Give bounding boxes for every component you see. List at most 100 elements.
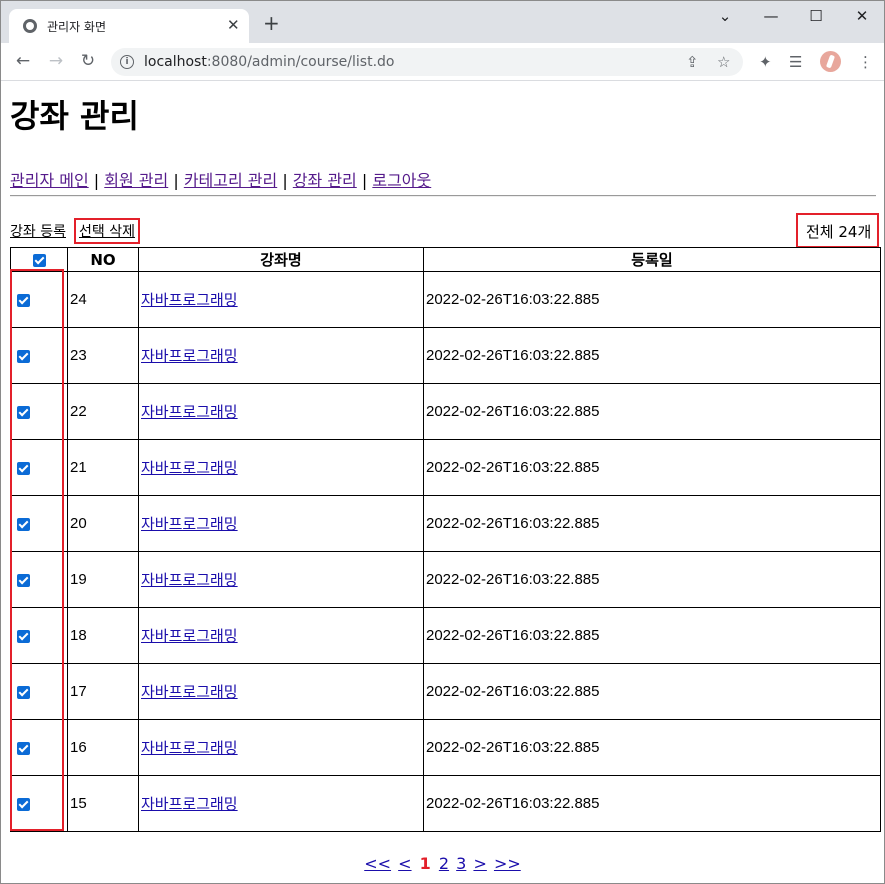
- page-3-link[interactable]: 3: [456, 854, 466, 873]
- row-course-name-cell: 자바프로그래밍: [138, 439, 424, 496]
- nav-logout[interactable]: 로그아웃: [372, 171, 431, 190]
- row-select-cell[interactable]: [10, 719, 68, 776]
- table-row: 22 자바프로그래밍 2022-02-26T16:03:22.885: [10, 383, 881, 440]
- row-checkbox[interactable]: [17, 685, 30, 699]
- row-reg-date: 2022-02-26T16:03:22.885: [423, 439, 881, 496]
- header-no: NO: [67, 247, 139, 272]
- row-reg-date: 2022-02-26T16:03:22.885: [423, 327, 881, 384]
- course-name-link[interactable]: 자바프로그래밍: [141, 627, 238, 645]
- row-checkbox[interactable]: [17, 741, 30, 755]
- select-all-checkbox[interactable]: [32, 253, 46, 267]
- table-row: 24 자바프로그래밍 2022-02-26T16:03:22.885: [10, 271, 881, 328]
- forward-icon[interactable]: →: [45, 51, 67, 71]
- row-reg-date: 2022-02-26T16:03:22.885: [423, 663, 881, 720]
- row-checkbox[interactable]: [17, 797, 30, 811]
- register-course-link[interactable]: 강좌 등록: [10, 224, 66, 240]
- browser-toolbar: ← → ↻ i localhost:8080/admin/course/list…: [1, 43, 884, 81]
- course-name-link[interactable]: 자바프로그래밍: [141, 347, 238, 365]
- address-bar[interactable]: i localhost:8080/admin/course/list.do ⇪ …: [111, 48, 743, 76]
- row-checkbox[interactable]: [17, 517, 30, 531]
- row-select-cell[interactable]: [10, 495, 68, 552]
- course-name-link[interactable]: 자바프로그래밍: [141, 403, 238, 421]
- row-checkbox[interactable]: [17, 293, 30, 307]
- table-row: 19 자바프로그래밍 2022-02-26T16:03:22.885: [10, 551, 881, 608]
- nav-categories[interactable]: 카테고리 관리: [184, 171, 277, 190]
- row-select-cell[interactable]: [10, 327, 68, 384]
- row-select-cell[interactable]: [10, 663, 68, 720]
- site-info-icon[interactable]: i: [120, 55, 134, 69]
- table-row: 16 자바프로그래밍 2022-02-26T16:03:22.885: [10, 719, 881, 776]
- tab-search-icon[interactable]: ⌄: [715, 7, 735, 25]
- row-select-cell[interactable]: [10, 607, 68, 664]
- course-name-link[interactable]: 자바프로그래밍: [141, 459, 238, 477]
- row-checkbox[interactable]: [17, 573, 30, 587]
- maximize-icon[interactable]: ☐: [806, 7, 826, 25]
- row-select-cell[interactable]: [10, 383, 68, 440]
- extensions-icon[interactable]: ✦: [759, 53, 772, 71]
- share-icon[interactable]: ⇪: [686, 53, 699, 71]
- url-text[interactable]: localhost:8080/admin/course/list.do: [144, 54, 394, 70]
- course-name-link[interactable]: 자바프로그래밍: [141, 571, 238, 589]
- row-reg-date: 2022-02-26T16:03:22.885: [423, 495, 881, 552]
- nav-admin-main[interactable]: 관리자 메인: [10, 171, 89, 190]
- divider: [10, 195, 876, 197]
- bookmark-star-icon[interactable]: ☆: [717, 53, 730, 71]
- row-course-name-cell: 자바프로그래밍: [138, 663, 424, 720]
- delete-selected-link[interactable]: 선택 삭제: [79, 224, 135, 240]
- course-name-link[interactable]: 자바프로그래밍: [141, 515, 238, 533]
- back-icon[interactable]: ←: [12, 51, 34, 71]
- header-course-name: 강좌명: [138, 247, 424, 272]
- nav-separator: |: [173, 171, 179, 190]
- new-tab-button[interactable]: +: [263, 13, 280, 33]
- row-select-cell[interactable]: [10, 775, 68, 832]
- row-checkbox[interactable]: [17, 629, 30, 643]
- nav-courses[interactable]: 강좌 관리: [293, 171, 357, 190]
- page-last-link[interactable]: >>: [494, 854, 521, 873]
- page-next-link[interactable]: >: [473, 854, 486, 873]
- row-course-name-cell: 자바프로그래밍: [138, 775, 424, 832]
- row-checkbox[interactable]: [17, 349, 30, 363]
- page-prev-link[interactable]: <: [398, 854, 411, 873]
- table-row: 15 자바프로그래밍 2022-02-26T16:03:22.885: [10, 775, 881, 832]
- active-tab[interactable]: 관리자 화면 ✕: [9, 9, 249, 43]
- row-select-cell[interactable]: [10, 439, 68, 496]
- course-name-link[interactable]: 자바프로그래밍: [141, 291, 238, 309]
- row-checkbox[interactable]: [17, 405, 30, 419]
- close-window-icon[interactable]: ✕: [852, 7, 872, 25]
- close-tab-icon[interactable]: ✕: [227, 16, 240, 34]
- row-course-name-cell: 자바프로그래밍: [138, 607, 424, 664]
- course-name-link[interactable]: 자바프로그래밍: [141, 795, 238, 813]
- row-select-cell[interactable]: [10, 271, 68, 328]
- minimize-icon[interactable]: —: [761, 7, 781, 25]
- total-count: 전체 24개: [796, 213, 880, 248]
- profile-avatar[interactable]: [820, 51, 841, 72]
- course-name-link[interactable]: 자바프로그래밍: [141, 739, 238, 757]
- course-rows: 24 자바프로그래밍 2022-02-26T16:03:22.885 23 자바프로그래…: [10, 271, 881, 832]
- row-no: 15: [67, 775, 139, 832]
- page-content: 강좌 관리 관리자 메인 | 회원 관리 | 카테고리 관리 | 강좌 관리 |…: [1, 81, 884, 883]
- course-name-link[interactable]: 자바프로그래밍: [141, 683, 238, 701]
- pagination: << < 1 2 3 > >>: [1, 854, 884, 873]
- page-2-link[interactable]: 2: [439, 854, 449, 873]
- row-course-name-cell: 자바프로그래밍: [138, 495, 424, 552]
- row-no: 18: [67, 607, 139, 664]
- globe-icon: [23, 19, 37, 33]
- table-row: 20 자바프로그래밍 2022-02-26T16:03:22.885: [10, 495, 881, 552]
- media-control-icon[interactable]: ☰: [789, 53, 802, 71]
- course-table: NO 강좌명 등록일 24 자바프로그래밍 2022-02-26T16:03:22.…: [10, 247, 881, 832]
- header-select-all[interactable]: [10, 247, 68, 272]
- table-header-row: NO 강좌명 등록일: [10, 247, 881, 272]
- menu-icon[interactable]: ⋮: [858, 53, 873, 71]
- row-no: 24: [67, 271, 139, 328]
- nav-members[interactable]: 회원 관리: [104, 171, 168, 190]
- row-no: 17: [67, 663, 139, 720]
- row-checkbox[interactable]: [17, 461, 30, 475]
- reload-icon[interactable]: ↻: [77, 51, 99, 71]
- row-no: 20: [67, 495, 139, 552]
- row-reg-date: 2022-02-26T16:03:22.885: [423, 383, 881, 440]
- admin-nav: 관리자 메인 | 회원 관리 | 카테고리 관리 | 강좌 관리 | 로그아웃: [10, 167, 431, 191]
- row-course-name-cell: 자바프로그래밍: [138, 383, 424, 440]
- page-current: 1: [419, 854, 431, 873]
- page-first-link[interactable]: <<: [364, 854, 391, 873]
- row-select-cell[interactable]: [10, 551, 68, 608]
